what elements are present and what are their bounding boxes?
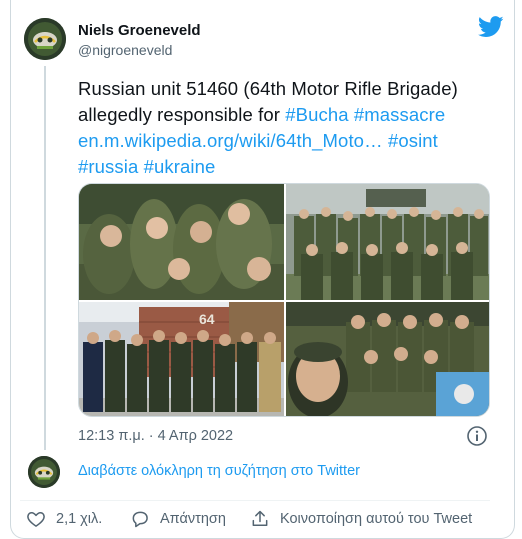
- author-handle[interactable]: @nigroeneveld: [78, 42, 172, 58]
- tweet-line-2: allegedly responsible for #Bucha #massac…: [78, 102, 498, 128]
- hashtag-osint-link[interactable]: #osint: [388, 130, 438, 151]
- author-avatar-small[interactable]: [28, 456, 60, 488]
- reply-button[interactable]: Απάντηση: [130, 508, 226, 530]
- tweet-line-3: en.m.wikipedia.org/wiki/64th_Moto… #osin…: [78, 128, 498, 154]
- author-name[interactable]: Niels Groeneveld: [78, 22, 201, 39]
- photo-1[interactable]: [79, 184, 284, 300]
- share-icon: [252, 510, 268, 526]
- tweet-timestamp[interactable]: 12:13 π.μ. · 4 Απρ 2022: [78, 428, 233, 444]
- photo-4[interactable]: [286, 302, 489, 416]
- twitter-bird-icon[interactable]: [478, 16, 504, 38]
- share-label: Κοινοποίηση αυτού του Tweet: [280, 511, 473, 527]
- reply-icon: [132, 511, 148, 528]
- hashtag-russia-link[interactable]: #russia: [78, 156, 138, 177]
- media-grid: 64: [78, 183, 490, 417]
- hashtag-bucha-link[interactable]: #Bucha: [285, 104, 348, 125]
- tweet-line-1: Russian unit 51460 (64th Motor Rifle Bri…: [78, 78, 458, 99]
- actions-divider: [20, 500, 490, 501]
- tweet-line-4: #russia #ukraine: [78, 154, 498, 180]
- author-avatar[interactable]: [24, 18, 66, 60]
- photo-3[interactable]: 64: [79, 302, 284, 416]
- tweet-text: Russian unit 51460 (64th Motor Rifle Bri…: [78, 76, 498, 180]
- wikipedia-link[interactable]: en.m.wikipedia.org/wiki/64th_Moto…: [78, 130, 383, 151]
- share-button[interactable]: Κοινοποίηση αυτού του Tweet: [250, 508, 472, 530]
- hashtag-ukraine-link[interactable]: #ukraine: [144, 156, 216, 177]
- info-icon[interactable]: [466, 425, 488, 447]
- photo-2[interactable]: [286, 184, 489, 300]
- like-count: 2,1 χιλ.: [56, 511, 103, 527]
- like-button[interactable]: 2,1 χιλ.: [26, 508, 102, 530]
- tweet-text-segment: allegedly responsible for: [78, 104, 286, 125]
- read-conversation-link[interactable]: Διαβάστε ολόκληρη τη συζήτηση στο Twitte…: [78, 463, 360, 479]
- reply-label: Απάντηση: [160, 511, 226, 527]
- heart-icon: [27, 512, 45, 527]
- thread-line: [44, 66, 46, 450]
- photo-3-overlay-text: 64: [199, 311, 215, 327]
- hashtag-massacre-link[interactable]: #massacre: [354, 104, 445, 125]
